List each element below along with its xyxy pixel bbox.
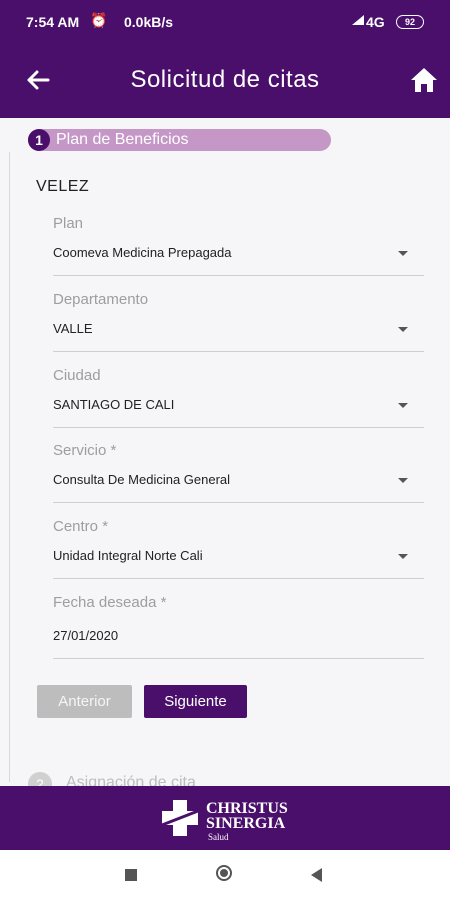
system-nav-bar bbox=[0, 850, 450, 900]
servicio-select[interactable]: Servicio * Consulta De Medicina General bbox=[53, 442, 424, 503]
back-nav-icon[interactable] bbox=[311, 868, 322, 882]
fecha-deseada-field[interactable]: Fecha deseada * 27/01/2020 bbox=[53, 594, 424, 659]
form-content: 1 Plan de Beneficios VELEZ Plan Coomeva … bbox=[0, 118, 450, 786]
christus-cross-logo-icon bbox=[161, 800, 199, 836]
plan-label: Plan bbox=[53, 215, 84, 232]
ciudad-value: SANTIAGO DE CALI bbox=[53, 397, 175, 412]
fecha-value: 27/01/2020 bbox=[53, 628, 119, 643]
centro-label: Centro * bbox=[53, 518, 109, 535]
step-1-header[interactable]: 1 Plan de Beneficios bbox=[28, 129, 331, 151]
network-speed: 0.0kB/s bbox=[124, 14, 174, 30]
departamento-select[interactable]: Departamento VALLE bbox=[53, 291, 424, 352]
status-bar: 7:54 AM ⏰ 0.0kB/s 4G 92 bbox=[0, 0, 450, 44]
alarm-icon: ⏰ bbox=[90, 12, 108, 28]
battery-icon: 92 bbox=[396, 15, 424, 29]
stepper-line bbox=[9, 152, 10, 782]
ciudad-select[interactable]: Ciudad SANTIAGO DE CALI bbox=[53, 367, 424, 428]
centro-select[interactable]: Centro * Unidad Integral Norte Cali bbox=[53, 518, 424, 579]
page-title: Solicitud de citas bbox=[130, 66, 320, 93]
status-time: 7:54 AM bbox=[26, 14, 80, 30]
step-2-label: Asignación de cita bbox=[66, 774, 196, 786]
siguiente-button[interactable]: Siguiente bbox=[144, 685, 247, 718]
step-2-number: 2 bbox=[28, 772, 52, 786]
app-bar: Solicitud de citas bbox=[0, 44, 450, 118]
servicio-label: Servicio * bbox=[53, 442, 117, 459]
plan-value: Coomeva Medicina Prepagada bbox=[53, 245, 232, 260]
network-type: 4G bbox=[366, 14, 385, 30]
home-nav-icon[interactable] bbox=[216, 865, 232, 881]
dropdown-arrow-icon[interactable] bbox=[398, 554, 408, 559]
step-1-label: Plan de Beneficios bbox=[56, 131, 189, 148]
dropdown-arrow-icon[interactable] bbox=[398, 478, 408, 483]
brand-line-2: SINERGIA bbox=[206, 815, 286, 832]
dropdown-arrow-icon[interactable] bbox=[398, 327, 408, 332]
user-name: VELEZ bbox=[36, 178, 90, 195]
servicio-value: Consulta De Medicina General bbox=[53, 472, 231, 487]
step-1-number: 1 bbox=[28, 129, 50, 151]
ciudad-label: Ciudad bbox=[53, 367, 101, 384]
departamento-label: Departamento bbox=[53, 291, 149, 308]
dropdown-arrow-icon[interactable] bbox=[398, 251, 408, 256]
fecha-label: Fecha deseada * bbox=[53, 594, 167, 611]
brand-line-3: Salud bbox=[208, 832, 229, 842]
departamento-value: VALLE bbox=[53, 321, 93, 336]
home-icon[interactable] bbox=[408, 64, 440, 96]
recent-apps-icon[interactable] bbox=[125, 869, 137, 881]
centro-value: Unidad Integral Norte Cali bbox=[53, 548, 203, 563]
signal-icon bbox=[352, 15, 364, 25]
anterior-button[interactable]: Anterior bbox=[37, 685, 132, 718]
plan-select[interactable]: Plan Coomeva Medicina Prepagada bbox=[53, 215, 424, 276]
footer-brand: CHRISTUS SINERGIA Salud bbox=[0, 786, 450, 850]
dropdown-arrow-icon[interactable] bbox=[398, 403, 408, 408]
